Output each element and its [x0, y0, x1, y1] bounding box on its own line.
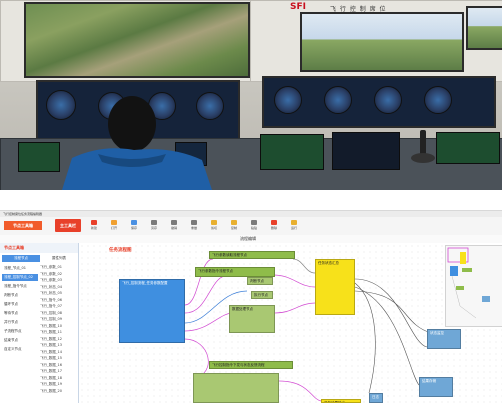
data-description-node[interactable] [193, 373, 279, 403]
flow-canvas[interactable]: 任务流程图 飞行参数读取流程节点 飞行参数指令流程节点 判断节点 执行节点 数据… [79, 243, 502, 403]
green-node-1[interactable]: 飞行参数读取流程节点 [209, 251, 295, 259]
toolbar-saveas-button[interactable]: 另存 [146, 220, 162, 233]
heading-gauge-2 [324, 86, 352, 114]
paste-icon [251, 220, 257, 225]
flow-editor-window: 飞行控制席位任务流程编辑器 节点工具箱 主工具栏 新建 打开 保存 另存 撤销 重做 剪切 复… [0, 210, 502, 403]
sidebar-header-title: 节点工具箱 [4, 245, 24, 250]
subbar-title: 流程编辑 [240, 236, 256, 241]
undo-icon [171, 220, 177, 225]
redo-icon [191, 220, 197, 225]
saveas-icon [151, 220, 157, 225]
yellow-node-1[interactable]: 任务状态汇总 [315, 259, 355, 315]
toolbar-redo-button[interactable]: 重做 [186, 220, 202, 233]
toolbar-label: 删除 [270, 226, 277, 230]
toolbar-label: 复制 [230, 226, 237, 230]
mfd-3 [436, 132, 500, 164]
toolbar-label: 撤销 [170, 226, 177, 230]
tab-properties[interactable]: 属性列表 [42, 255, 76, 262]
new-icon [91, 220, 97, 225]
attitude-gauge-2 [274, 86, 302, 114]
left-mfd [18, 142, 60, 172]
toolbar-undo-button[interactable]: 撤销 [166, 220, 182, 233]
toolbar-cut-button[interactable]: 剪切 [206, 220, 222, 233]
flight-view-screen [300, 12, 464, 72]
toolbar-label: 粘贴 [250, 226, 257, 230]
steel-node-1[interactable]: 状态监控 [427, 329, 461, 349]
toolbar-label: 运行 [290, 226, 297, 230]
operator-figure [62, 96, 212, 190]
toolbar-label: 保存 [130, 226, 137, 230]
altitude-gauge-2 [374, 86, 402, 114]
terrain-map-screen [24, 2, 250, 78]
app-logo[interactable]: 节点工具箱 [4, 221, 42, 230]
toolbar-label: 新建 [90, 226, 97, 230]
green-node-3[interactable]: 判断节点 [247, 277, 273, 285]
toolbar-paste-button[interactable]: 粘贴 [246, 220, 262, 233]
canvas-minimap[interactable] [445, 245, 502, 327]
copy-icon [231, 220, 237, 225]
sidebar-item[interactable]: 自定义节点 [2, 346, 38, 353]
parameter-item[interactable]: 飞行_数据_20 [40, 389, 77, 396]
minimap-preview [447, 247, 490, 319]
joystick-icon [411, 130, 435, 163]
toolbar-delete-button[interactable]: 删除 [266, 220, 282, 233]
instrument-panel-right [262, 76, 496, 128]
window-title: 飞行控制席位任务流程编辑器 [3, 212, 43, 216]
blue-source-node[interactable]: 飞行_控制流程_任务参数配置 [119, 279, 185, 343]
save-icon [131, 220, 137, 225]
green-node-6[interactable]: 飞行控制指令下发与状态反馈流程 [209, 361, 293, 369]
parameter-list: 飞行_参数_01 飞行_参数_02 飞行_参数_03 飞行_状态_04 飞行_状态_05… [40, 265, 77, 395]
mfd-1 [260, 134, 324, 170]
node-toolbox-sidebar: 节点工具箱 流程节点 属性列表 流程_节点_01 流程_控制节点_02 流程_指令节… [0, 243, 79, 403]
sidebar-item[interactable]: 子流程节点 [2, 328, 38, 335]
sidebar-item[interactable]: 等待节点 [2, 310, 38, 317]
sidebar-item[interactable]: 流程_指令节点 [2, 283, 38, 290]
toolbar-run-button[interactable]: 运行 [286, 220, 302, 233]
mfd-2 [332, 132, 400, 170]
steel-node-2[interactable]: 结果存储 [419, 377, 453, 397]
toolbar-label: 另存 [150, 226, 157, 230]
toolbar-label: 剪切 [210, 226, 217, 230]
sfi-logo: SFI [290, 2, 306, 12]
sidebar-item[interactable]: 结束节点 [2, 337, 38, 344]
main-toolbar: 节点工具箱 主工具栏 新建 打开 保存 另存 撤销 重做 剪切 复制 粘贴 删除 运行 [0, 217, 502, 236]
sidebar-header: 节点工具箱 [0, 243, 78, 253]
open-icon [111, 220, 117, 225]
delete-icon [271, 220, 277, 225]
sidebar-item[interactable]: 流程_控制节点_02 [2, 274, 38, 281]
toolbar-open-button[interactable]: 打开 [106, 220, 122, 233]
yellow-node-2[interactable]: 任务结果输出 [321, 399, 361, 403]
control-room-photo: SFI 飞 行 控 制 席 位 [0, 0, 502, 190]
toolbar-save-button[interactable]: 保存 [126, 220, 142, 233]
run-icon [291, 220, 297, 225]
cut-icon [211, 220, 217, 225]
speed-gauge-2 [424, 86, 452, 114]
sidebar-item[interactable]: 并行节点 [2, 319, 38, 326]
side-view-screen [466, 6, 502, 50]
toolbar-label: 重做 [190, 226, 197, 230]
green-node-2[interactable]: 飞行参数指令流程节点 [195, 267, 275, 277]
sidebar-item[interactable]: 循环节点 [2, 301, 38, 308]
sidebar-item[interactable]: 流程_节点_01 [2, 265, 38, 272]
toolbar-copy-button[interactable]: 复制 [226, 220, 242, 233]
toolbar-label: 打开 [110, 226, 117, 230]
tab-flow-nodes[interactable]: 流程节点 [2, 255, 40, 262]
green-node-4[interactable]: 执行节点 [251, 291, 273, 299]
toolbar-new-button[interactable]: 新建 [86, 220, 102, 233]
main-toolbar-button[interactable]: 主工具栏 [55, 219, 81, 232]
sidebar-item[interactable]: 判断节点 [2, 292, 38, 299]
green-node-5[interactable]: 数据处理节点 [229, 305, 275, 333]
